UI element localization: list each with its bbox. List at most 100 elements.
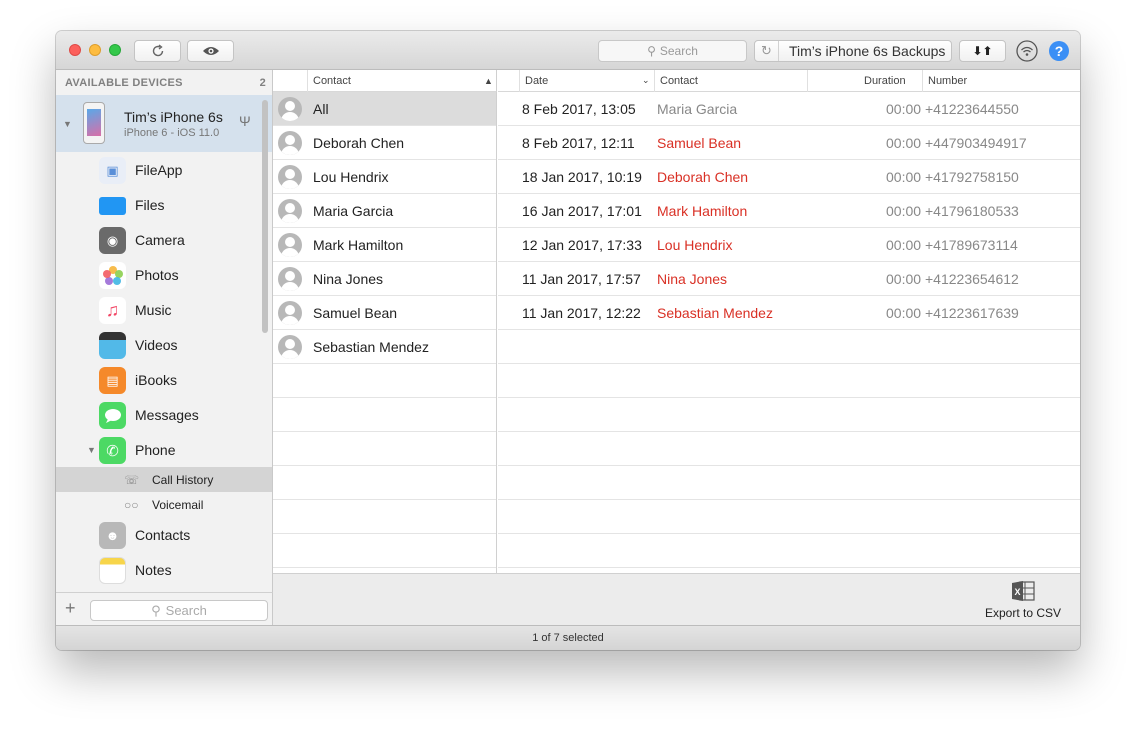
contact-row[interactable]: Lou Hendrix [273,160,496,194]
call-duration: 00:00 [886,168,922,185]
history-icon: ↻ [755,41,779,61]
call-duration: 00:00 [886,134,922,151]
empty-row [273,398,496,432]
contact-row[interactable]: Maria Garcia [273,194,496,228]
avatar-icon [278,233,302,257]
sidebar-item-videos[interactable]: Videos [56,327,272,362]
backups-button[interactable]: ↻ Tim’s iPhone 6s Backups [754,40,952,62]
sidebar-item-notes[interactable]: Notes [56,552,272,587]
photos-icon [99,262,126,289]
sidebar-item-label: Call History [152,472,214,487]
preview-button[interactable] [187,40,234,62]
call-duration: 00:00 [886,236,922,253]
contact-row[interactable]: Nina Jones [273,262,496,296]
sidebar-item-label: iBooks [135,371,178,388]
sidebar-item-fileapp[interactable]: ▣ FileApp [56,152,272,187]
call-row[interactable]: 8 Feb 2017, 13:05 Maria Garcia 00:00 +41… [498,92,1080,126]
sidebar-item-label: Photos [135,266,179,283]
notes-icon [99,557,126,584]
export-csv-button[interactable]: X Export to CSV [983,580,1063,620]
phone-icon: ✆ [99,437,126,464]
sidebar-item-ibooks[interactable]: ▤ iBooks [56,362,272,397]
sidebar-footer: + ⚲ Search [56,592,273,625]
search-icon: ⚲ [647,44,656,58]
sidebar-item-contacts[interactable]: ☻ Contacts [56,517,272,552]
sidebar-item-camera[interactable]: ◉ Camera [56,222,272,257]
call-row[interactable]: 11 Jan 2017, 17:57 Nina Jones 00:00 +412… [498,262,1080,296]
help-button[interactable]: ? [1049,41,1069,61]
avatar-icon [278,199,302,223]
call-row[interactable]: 16 Jan 2017, 17:01 Mark Hamilton 00:00 +… [498,194,1080,228]
call-row[interactable]: 11 Jan 2017, 12:22 Sebastian Mendez 00:0… [498,296,1080,330]
add-icon[interactable]: + [65,598,76,619]
call-row[interactable]: 12 Jan 2017, 17:33 Lou Hendrix 00:00 +41… [498,228,1080,262]
search-icon: ⚲ [151,602,161,618]
call-number: +41789673114 [925,236,1018,253]
sidebar-item-messages[interactable]: Messages [56,397,272,432]
close-window-button[interactable] [69,44,81,56]
avatar-icon [278,131,302,155]
duration-header[interactable]: Duration [864,75,906,87]
empty-row [498,364,1080,398]
empty-row [273,364,496,398]
call-date: 12 Jan 2017, 17:33 [522,236,642,253]
call-contact: Samuel Bean [657,134,742,151]
contact-name: All [313,100,329,117]
svg-text:X: X [1015,587,1021,597]
devices-header: AVAILABLE DEVICES 2 [56,70,272,95]
call-number: +41792758150 [925,168,1019,185]
action-bar: X Export to CSV [273,573,1080,625]
disclosure-triangle-icon[interactable]: ▼ [87,445,96,455]
sidebar-item-label: Contacts [135,526,191,543]
sidebar-item-music[interactable]: ♫ Music [56,292,272,327]
toolbar-search-input[interactable]: ⚲ Search [598,40,747,62]
date-header[interactable]: Date [525,75,548,87]
iphone-icon [83,102,105,144]
contact-row[interactable]: Sebastian Mendez [273,330,496,364]
contact-row[interactable]: Mark Hamilton [273,228,496,262]
call-date: 8 Feb 2017, 12:11 [522,134,635,151]
contact-row[interactable]: Samuel Bean [273,296,496,330]
empty-row [498,500,1080,534]
sidebar-item-call-history[interactable]: ☏ Call History [56,467,272,492]
empty-row [273,432,496,466]
sort-ascending-icon: ▲ [484,75,493,86]
camera-icon: ◉ [99,227,126,254]
sidebar-item-phone[interactable]: ▼ ✆ Phone [56,432,272,467]
app-window: ⚲ Search ↻ Tim’s iPhone 6s Backups ⬇⬆ ? … [56,31,1080,650]
empty-row [498,330,1080,364]
device-item[interactable]: ▼ Tim’s iPhone 6s iPhone 6 - iOS 11.0 Ψ [56,95,272,152]
sort-descending-icon: ⌄ [642,75,650,85]
sidebar-item-files[interactable]: Files [56,187,272,222]
call-contact-header[interactable]: Contact [660,75,698,87]
zoom-window-button[interactable] [109,44,121,56]
section-title: AVAILABLE DEVICES [65,76,183,89]
number-header[interactable]: Number [928,75,967,87]
call-date: 18 Jan 2017, 10:19 [522,168,642,185]
contact-row[interactable]: Deborah Chen [273,126,496,160]
sidebar-scrollbar[interactable] [262,100,268,333]
sidebar-search-input[interactable]: ⚲ Search [90,600,268,621]
sidebar-item-label: FileApp [135,161,183,178]
device-subtitle: iPhone 6 - iOS 11.0 [124,127,220,139]
sidebar-item-voicemail[interactable]: ○○ Voicemail [56,492,272,517]
refresh-button[interactable] [134,40,181,62]
call-date: 8 Feb 2017, 13:05 [522,100,636,117]
excel-icon: X [1011,580,1035,602]
contacts-column-header[interactable]: Contact ▲ [273,70,497,92]
call-row[interactable]: 18 Jan 2017, 10:19 Deborah Chen 00:00 +4… [498,160,1080,194]
disclosure-triangle-icon[interactable]: ▼ [63,119,72,129]
call-date: 11 Jan 2017, 17:57 [522,270,641,287]
avatar-icon [278,97,302,121]
backups-label: Tim’s iPhone 6s Backups [789,43,946,59]
sidebar-item-photos[interactable]: Photos [56,257,272,292]
transfer-button[interactable]: ⬇⬆ [959,40,1006,62]
sidebar-item-label: Voicemail [152,497,204,512]
wifi-sync-icon[interactable] [1016,40,1038,62]
empty-row [273,466,496,500]
call-row[interactable]: 8 Feb 2017, 12:11 Samuel Bean 00:00 +447… [498,126,1080,160]
minimize-window-button[interactable] [89,44,101,56]
contact-row[interactable]: All [273,92,496,126]
calls-column-header: Date ⌄ Contact Duration Number [498,70,1080,92]
call-number: +447903494917 [925,134,1027,151]
